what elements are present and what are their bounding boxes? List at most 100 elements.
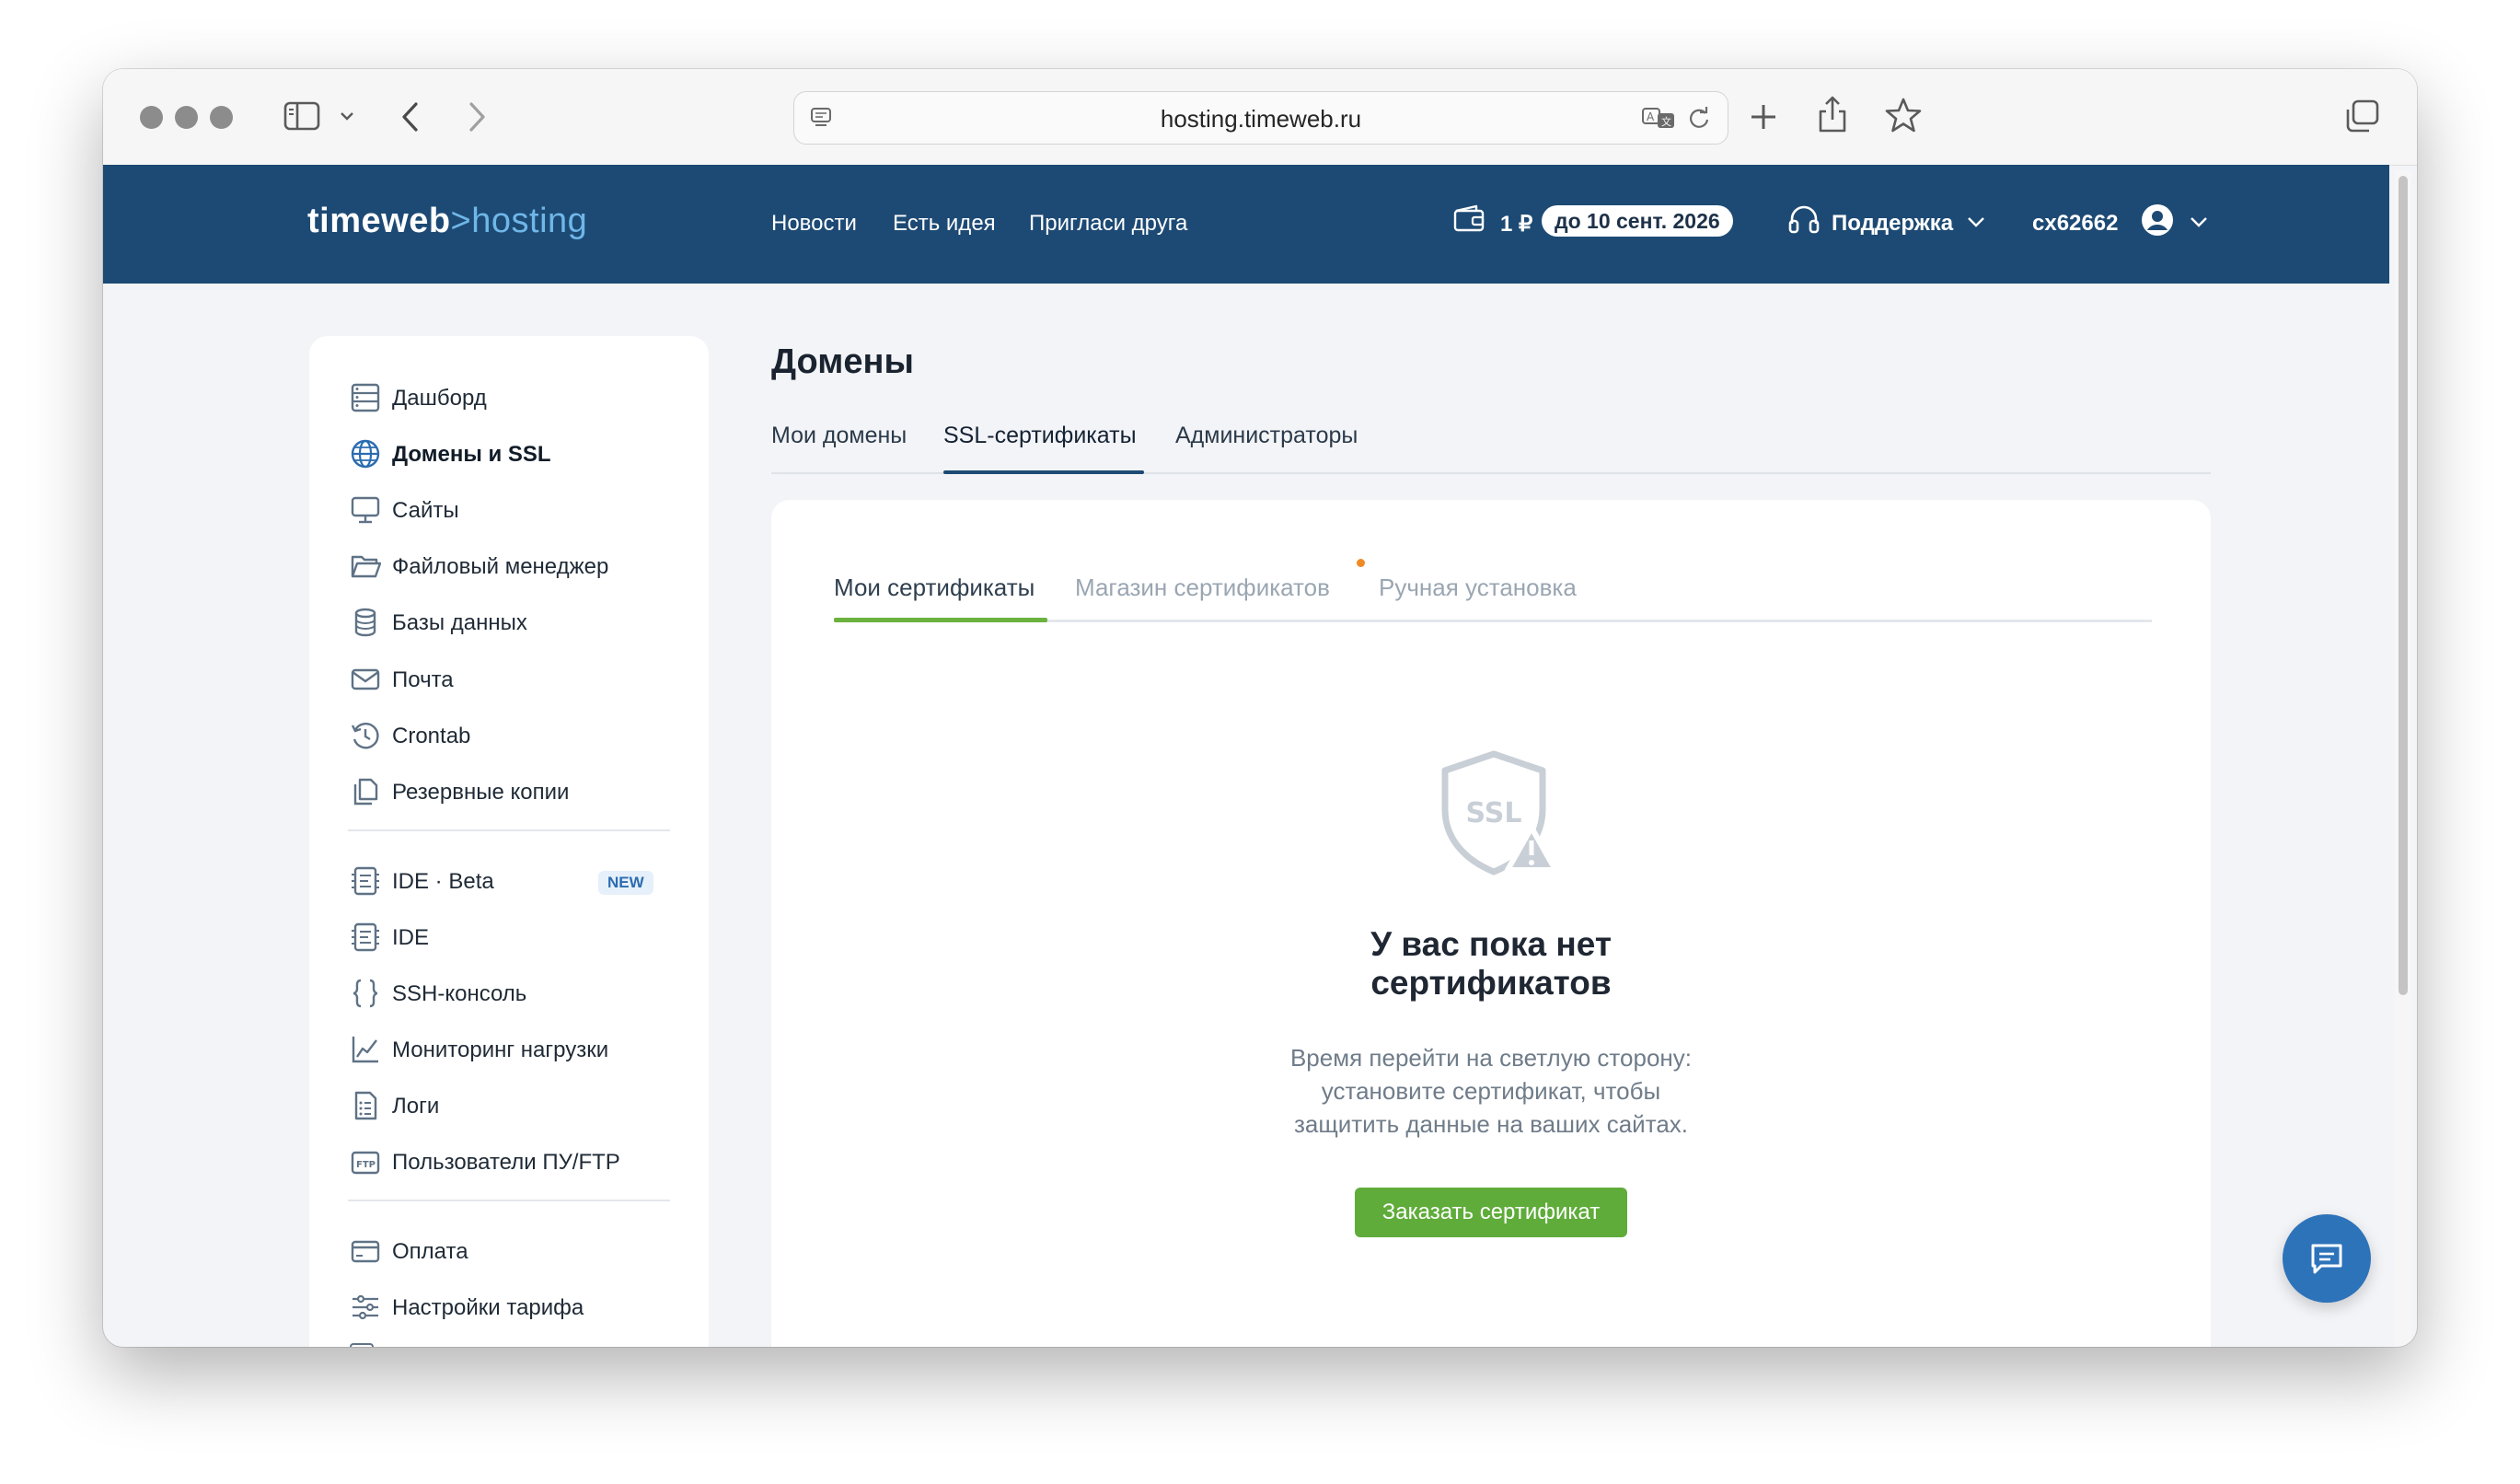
svg-text:FTP: FTP [356, 1160, 376, 1170]
back-icon[interactable] [399, 100, 422, 133]
empty-desc-line-1: Время перейти на светлую сторону: [1289, 1044, 1693, 1072]
wallet-icon[interactable] [1452, 203, 1485, 233]
nav-invite-link[interactable]: Пригласи друга [1029, 211, 1187, 237]
sidebar-item-ftp-users[interactable]: FTP Пользователи ПУ/FTP [309, 1141, 709, 1181]
timeweb-logo[interactable]: timeweb>hosting [307, 202, 587, 241]
svg-text:A: A [1647, 110, 1655, 123]
browser-window: hosting.timeweb.ru A 文 timeweb>hosting Н… [103, 69, 2417, 1347]
subtab-certificate-store[interactable]: Магазин сертификатов [1075, 574, 1330, 602]
new-tab-icon[interactable] [1749, 102, 1778, 132]
tab-ssl-certificates[interactable]: SSL-сертификаты [943, 423, 1137, 449]
account-chevron-down-icon[interactable] [2189, 214, 2209, 229]
svg-text:文: 文 [1661, 115, 1671, 128]
history-icon [351, 723, 379, 749]
sliders-icon [353, 1294, 378, 1320]
page-title: Домены [771, 342, 914, 381]
share-icon[interactable] [1817, 95, 1848, 133]
sidebar-item-ide[interactable]: IDE [309, 916, 709, 956]
empty-desc-line-3: защитить данные на ваших сайтах. [1293, 1110, 1689, 1138]
order-certificate-button[interactable]: Заказать сертификат [1355, 1188, 1627, 1237]
chat-button[interactable] [2283, 1214, 2371, 1303]
sidebar-item-label: Сайты [392, 498, 459, 523]
scrollbar-thumb[interactable] [2399, 176, 2408, 995]
sidebar-item-file-manager[interactable]: Файловый менеджер [309, 545, 709, 585]
paid-until-pill[interactable]: до 10 сент. 2026 [1542, 205, 1733, 237]
sidebar-item-sites[interactable]: Сайты [309, 489, 709, 529]
sidebar-item-label: Оплата [392, 1239, 468, 1264]
sidebar-item-crontab[interactable]: Crontab [309, 714, 709, 755]
sidebar-item-monitoring[interactable]: Мониторинг нагрузки [309, 1028, 709, 1069]
tab-administrators[interactable]: Администраторы [1175, 423, 1358, 449]
minimize-window-button[interactable] [175, 106, 198, 129]
sidebar-toggle-icon[interactable] [283, 100, 320, 132]
log-icon [354, 1091, 377, 1120]
sidebar-item-ssh-console[interactable]: SSH-консоль [309, 972, 709, 1013]
tab-my-domains[interactable]: Мои домены [771, 423, 907, 449]
account-name[interactable]: cx62662 [2032, 211, 2118, 237]
ssl-panel: Мои сертификаты Магазин сертификатов Руч… [771, 500, 2211, 1347]
address-bar[interactable]: hosting.timeweb.ru A 文 [793, 91, 1728, 145]
sidebar-item-label: Домены и SSL [392, 442, 551, 467]
nav-news-link[interactable]: Новости [771, 211, 857, 237]
empty-title-line-1: У вас пока нет [1370, 925, 1612, 963]
nav-idea-link[interactable]: Есть идея [893, 211, 996, 237]
sidebar-item-payment[interactable]: Оплата [309, 1230, 709, 1270]
empty-desc-line-2: установите сертификат, чтобы [1321, 1077, 1661, 1105]
subtab-my-certificates[interactable]: Мои сертификаты [834, 574, 1035, 602]
sidebar-divider [348, 1200, 670, 1201]
ftp-icon: FTP [351, 1151, 380, 1175]
sidebar-item-label: Файловый менеджер [392, 554, 609, 579]
notification-dot [1357, 559, 1365, 567]
sidebar-item-label: IDE · Beta [392, 869, 494, 894]
support-chevron-down-icon[interactable] [1966, 214, 1986, 229]
folder-icon [351, 555, 381, 578]
globe-icon [351, 439, 380, 469]
sidebar-item-logs[interactable]: Логи [309, 1084, 709, 1125]
close-window-button[interactable] [140, 106, 163, 129]
sidebar-item-dashboard[interactable]: Дашборд [309, 377, 709, 417]
zoom-window-button[interactable] [210, 106, 233, 129]
logo-main: timeweb [307, 202, 451, 240]
empty-title-line-2: сертификатов [1370, 964, 1612, 1002]
sidebar-item-ide-beta[interactable]: IDE · Beta NEW [309, 860, 709, 900]
browser-toolbar: hosting.timeweb.ru A 文 [103, 69, 2417, 166]
empty-state-description: Время перейти на светлую сторону: устано… [771, 1041, 2211, 1141]
logo-sub: hosting [471, 202, 588, 240]
sidebar-item-label: Дашборд [392, 386, 487, 411]
sidebar-item-label: Базы данных [392, 610, 527, 635]
chat-icon [2311, 1244, 2342, 1274]
sidebar-item-label: Пользователи ПУ/FTP [392, 1150, 620, 1175]
sidebar-item-databases[interactable]: Базы данных [309, 601, 709, 642]
code-icon [352, 922, 379, 952]
code-icon [352, 866, 379, 896]
sidebar-item-tariff-settings[interactable]: Настройки тарифа [309, 1286, 709, 1327]
database-icon [354, 608, 376, 637]
balance-value[interactable]: 1 ₽ [1500, 211, 1532, 238]
ssl-icon-text: SSL [1466, 797, 1522, 829]
sidebar-item-label: Резервные копии [392, 780, 570, 805]
mail-icon [351, 668, 380, 690]
card-icon [351, 1240, 380, 1263]
sidebar-item-label: Настройки тарифа [392, 1295, 584, 1320]
sidebar-item-label: IDE [392, 925, 430, 950]
bookmark-star-icon[interactable] [1885, 97, 1922, 133]
sidebar-item-domains-ssl[interactable]: Домены и SSL [309, 433, 709, 473]
site-header: timeweb>hosting Новости Есть идея Пригла… [103, 165, 2389, 284]
user-avatar-icon[interactable] [2141, 203, 2174, 237]
dashboard-icon [351, 383, 380, 412]
translate-icon[interactable]: A 文 [1641, 105, 1678, 131]
sidebar-item-label: Почта [392, 667, 454, 692]
sidebar-item-mail[interactable]: Почта [309, 658, 709, 699]
forward-icon[interactable] [466, 100, 488, 133]
sidebar-item-label: Логи [392, 1094, 440, 1119]
ssl-shield-warning-icon: SSL [1441, 750, 1558, 875]
sidebar-item-backups[interactable]: Резервные копии [309, 771, 709, 811]
logo-separator: > [450, 202, 472, 240]
support-menu[interactable]: Поддержка [1832, 211, 1953, 237]
reload-icon[interactable] [1687, 106, 1711, 130]
subtab-manual-install[interactable]: Ручная установка [1379, 574, 1577, 602]
page-scrollbar[interactable] [2395, 170, 2411, 1347]
headset-icon[interactable] [1787, 203, 1821, 237]
tabs-overview-icon[interactable] [2345, 99, 2380, 133]
chevron-down-icon[interactable] [339, 110, 355, 122]
